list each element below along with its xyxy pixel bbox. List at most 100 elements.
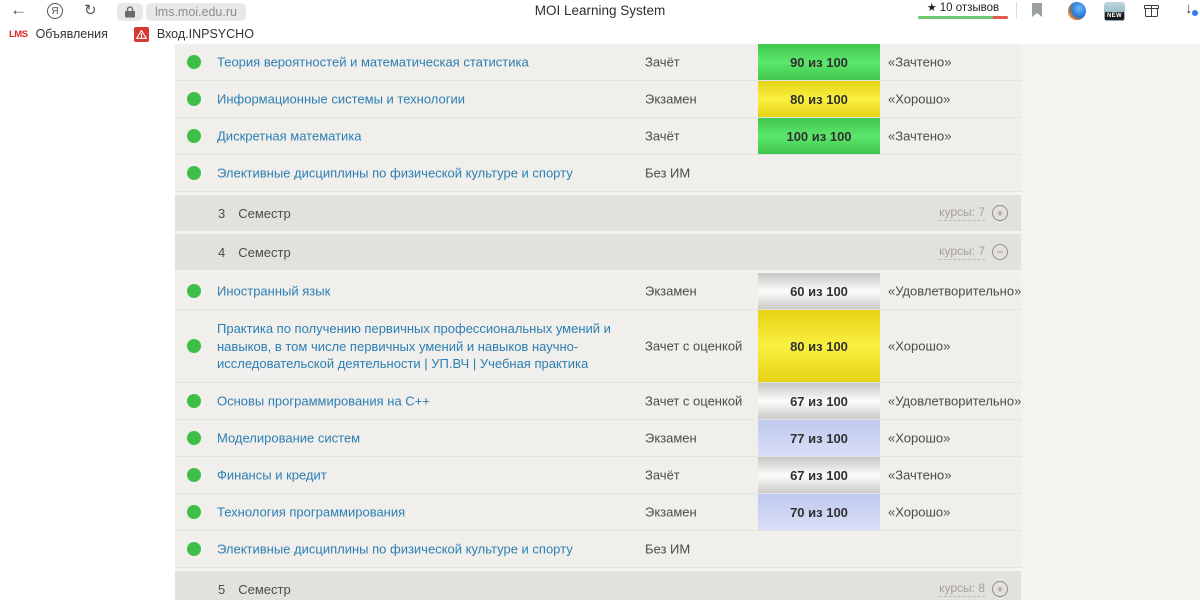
exam-type: Зачет с оценкой <box>645 339 742 354</box>
courses-toggle[interactable]: курсы: 7 + <box>939 205 1008 221</box>
exam-type: Зачет с оценкой <box>645 394 742 409</box>
exam-type: Экзамен <box>645 284 697 299</box>
semester-label: Семестр <box>238 582 290 597</box>
course-link[interactable]: Элективные дисциплины по физической куль… <box>217 540 615 558</box>
status-dot-icon <box>187 284 201 298</box>
course-link[interactable]: Моделирование систем <box>217 429 615 447</box>
expand-plus-icon[interactable]: + <box>992 205 1008 221</box>
score-cell: 90 из 100 <box>758 44 880 80</box>
exam-type: Зачёт <box>645 55 680 70</box>
course-link[interactable]: Информационные системы и технологии <box>217 90 615 108</box>
course-row: Моделирование систем Экзамен 77 из 100 «Хор… <box>175 420 1021 457</box>
reviews-line: ★ 10 отзывов <box>918 1 1008 14</box>
exam-type: Экзамен <box>645 431 697 446</box>
score-cell: 67 из 100 <box>758 383 880 419</box>
course-link[interactable]: Иностранный язык <box>217 282 615 300</box>
semester-header-row: 3 Семестр курсы: 7 + <box>175 195 1021 231</box>
star-icon: ★ <box>927 1 937 14</box>
course-row: Дискретная математика Зачёт 100 из 100 «Зач… <box>175 118 1021 155</box>
course-row: Элективные дисциплины по физической куль… <box>175 531 1021 568</box>
bookmark-lms-announcements[interactable]: LMS Объявления <box>9 27 108 41</box>
page-content: Теория вероятностей и математическая ста… <box>0 44 1200 600</box>
exam-type: Экзамен <box>645 505 697 520</box>
score-cell: 100 из 100 <box>758 118 880 154</box>
grade-text: «Хорошо» <box>888 339 950 354</box>
courses-toggle[interactable]: курсы: 8 + <box>939 581 1008 597</box>
new-badge: NEW <box>1105 12 1124 20</box>
course-row: Иностранный язык Экзамен 60 из 100 «Удовлет… <box>175 273 1021 310</box>
semester-label: Семестр <box>238 206 290 221</box>
expand-minus-icon[interactable]: − <box>992 244 1008 260</box>
course-row: Практика по получению первичных професси… <box>175 310 1021 383</box>
course-link[interactable]: Финансы и кредит <box>217 466 615 484</box>
grade-text: «Зачтено» <box>888 55 951 70</box>
exam-type: Зачёт <box>645 129 680 144</box>
grade-text: «Зачтено» <box>888 468 951 483</box>
rating-bar <box>918 16 1008 19</box>
score-cell: 80 из 100 <box>758 81 880 117</box>
lms-logo-icon: LMS <box>9 29 28 40</box>
rating-bar-negative <box>993 16 1008 19</box>
course-row: Основы программирования на C++ Зачет с оц… <box>175 383 1021 420</box>
status-dot-icon <box>187 505 201 519</box>
mai-logo-icon <box>134 27 149 42</box>
score-cell: 60 из 100 <box>758 273 880 309</box>
grade-text: «Удовлетворительно» <box>888 394 1021 409</box>
bookmark-label: Объявления <box>36 27 108 41</box>
browser-toolbar: ← Я ↻ lms.moi.edu.ru MOI Learning System… <box>0 0 1200 24</box>
course-link[interactable]: Практика по получению первичных професси… <box>217 320 615 373</box>
exam-type: Зачёт <box>645 468 680 483</box>
semester-number: 3 <box>218 206 225 221</box>
bookmark-inpsycho[interactable]: Вход.INPSYCHO <box>134 27 254 42</box>
left-margin <box>0 44 175 600</box>
grade-text: «Хорошо» <box>888 505 950 520</box>
semester-number: 4 <box>218 245 225 260</box>
status-dot-icon <box>187 339 201 353</box>
extension-new-icon[interactable]: NEW <box>1104 2 1125 21</box>
status-dot-icon <box>187 468 201 482</box>
score-cell: 77 из 100 <box>758 420 880 456</box>
courses-count-link[interactable]: курсы: 7 <box>939 205 985 221</box>
bookmark-label: Вход.INPSYCHO <box>157 27 254 41</box>
exam-type: Экзамен <box>645 92 697 107</box>
status-dot-icon <box>187 92 201 106</box>
course-link[interactable]: Элективные дисциплины по физической куль… <box>217 164 615 182</box>
grade-text: «Хорошо» <box>888 92 950 107</box>
course-row: Финансы и кредит Зачёт 67 из 100 «Зачтено» <box>175 457 1021 494</box>
reviews-count: 10 отзывов <box>940 2 999 14</box>
exam-type: Без ИМ <box>645 542 690 557</box>
course-row: Элективные дисциплины по физической куль… <box>175 155 1021 192</box>
courses-count-link[interactable]: курсы: 7 <box>939 244 985 260</box>
grade-text: «Зачтено» <box>888 129 951 144</box>
gift-extension-icon[interactable] <box>1143 2 1160 24</box>
download-icon[interactable]: ↓ <box>1185 0 1193 17</box>
download-status-dot <box>1192 10 1198 16</box>
semester-header-row: 5Семестркурсы: 8+ <box>175 571 1021 600</box>
course-row: Технология программированияЭкзамен70 из … <box>175 494 1021 531</box>
status-dot-icon <box>187 542 201 556</box>
course-link[interactable]: Теория вероятностей и математическая ста… <box>217 53 615 71</box>
grade-text: «Хорошо» <box>888 431 950 446</box>
expand-plus-icon[interactable]: + <box>992 581 1008 597</box>
course-link[interactable]: Дискретная математика <box>217 127 615 145</box>
status-dot-icon <box>187 394 201 408</box>
grade-text: «Удовлетворительно» <box>888 284 1021 299</box>
course-row: Теория вероятностей и математическая ста… <box>175 44 1021 81</box>
course-link[interactable]: Технология программирования <box>217 503 615 521</box>
status-dot-icon <box>187 129 201 143</box>
semester-header-row: 4 Семестр курсы: 7− <box>175 234 1021 270</box>
grades-table: Теория вероятностей и математическая ста… <box>175 44 1021 600</box>
status-dot-icon <box>187 166 201 180</box>
page-title: MOI Learning System <box>0 3 1200 18</box>
course-link[interactable]: Основы программирования на C++ <box>217 392 615 410</box>
semester-label: Семестр <box>238 245 290 260</box>
bookmark-flag-icon[interactable] <box>1031 3 1043 23</box>
site-reviews-widget[interactable]: ★ 10 отзывов <box>918 1 1008 19</box>
score-cell: 80 из 100 <box>758 310 880 382</box>
extension-sphere-icon[interactable] <box>1068 2 1086 20</box>
courses-count-link[interactable]: курсы: 8 <box>939 581 985 597</box>
courses-toggle[interactable]: курсы: 7− <box>939 244 1008 260</box>
bookmarks-bar: LMS Объявления Вход.INPSYCHO <box>0 24 1200 44</box>
score-cell: 67 из 100 <box>758 457 880 493</box>
status-dot-icon <box>187 55 201 69</box>
